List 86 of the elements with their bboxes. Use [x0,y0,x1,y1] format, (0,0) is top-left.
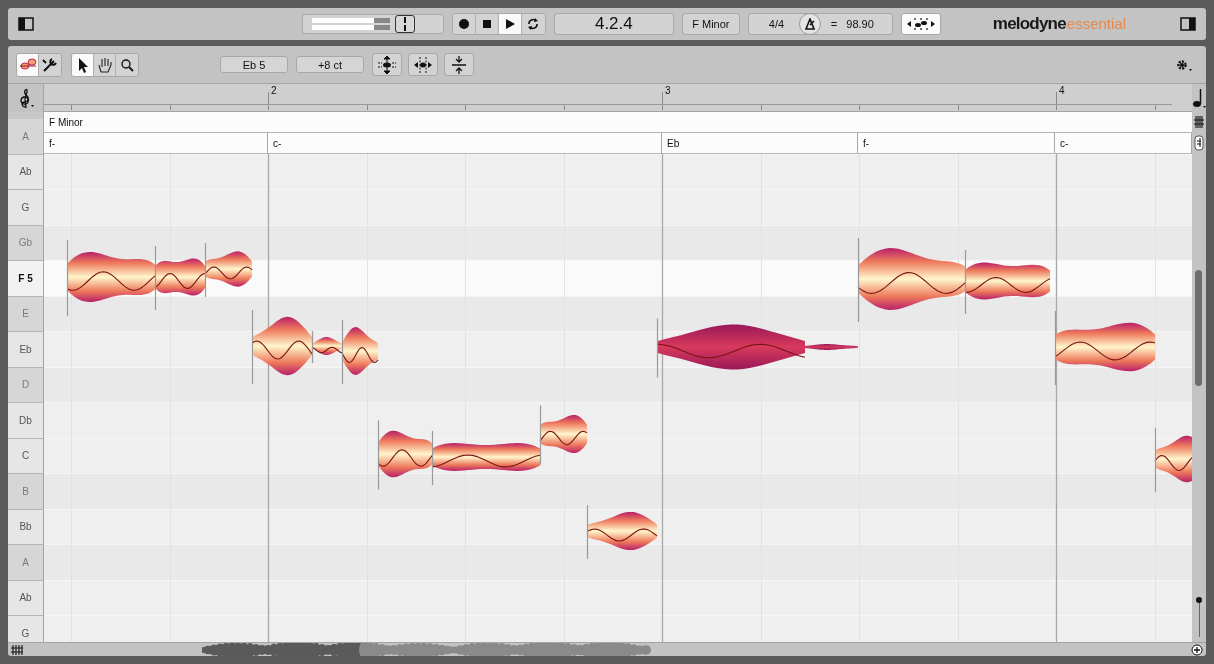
edition-text: essential [1066,15,1126,32]
pointer-tool-button[interactable] [72,53,94,76]
key-button[interactable]: F Minor [681,13,740,35]
quantize-timing-button[interactable] [408,53,438,76]
inspector-toggle-button[interactable] [1180,17,1196,31]
pitch-label: Ab [8,154,43,190]
equals-sign: = [830,18,838,30]
timing-icon [413,54,433,75]
pitch-label: Bb [8,509,43,545]
pitch-tool-button[interactable] [17,53,39,76]
chord-cell[interactable]: c- [268,133,662,153]
pitch-label: A [8,545,43,581]
macro-tool-button[interactable] [39,53,61,76]
pitch-center-button[interactable] [372,53,402,76]
monitor-button[interactable] [394,15,415,33]
chord-icon [1194,135,1204,151]
note-blob[interactable] [586,511,658,551]
sharp-icon [1193,115,1205,129]
crosshair-icon [1191,643,1203,656]
note-blob[interactable] [251,316,313,376]
note-blob[interactable] [341,327,379,375]
compress-icon [449,54,469,75]
notes-arrows-icon [905,17,936,31]
note-blob[interactable] [66,252,156,302]
settings-icon [1175,57,1193,72]
tempo-value: 98.90 [846,18,874,30]
play-icon [503,18,516,30]
note-blob[interactable] [311,337,343,355]
pitch-label: D [8,367,43,403]
note-blob[interactable] [857,248,966,310]
time-signature: 4/4 [768,18,786,30]
note-field[interactable]: Eb 5 [220,56,288,73]
note-blob[interactable] [377,430,433,478]
note-blob[interactable] [1154,435,1192,483]
sidebar-toggle-button[interactable] [18,17,34,31]
pitch-label: Ab [8,580,43,616]
note-blob[interactable] [805,344,858,350]
scrollbar-thumb[interactable] [1195,270,1202,386]
zoom-slider[interactable] [1195,597,1203,637]
record-icon [457,18,470,30]
zoom-fit-button[interactable] [1190,641,1204,656]
pitch-label: G [8,190,43,226]
pitch-label: Eb [8,332,43,368]
chord-cell[interactable]: f- [44,133,268,153]
pitch-label: Db [8,403,43,439]
chord-cell[interactable]: f- [858,133,1055,153]
pitch-center-icon [377,54,397,75]
note-blob[interactable] [1054,322,1156,372]
cents-field[interactable]: +8 ct [296,56,364,73]
position-display: 4.2.4 [553,13,674,35]
panel-icon [1180,17,1196,31]
metronome-icon [803,18,816,30]
pitch-label: G [8,616,43,642]
scale-button[interactable] [1192,114,1206,130]
note-blob[interactable] [964,262,1051,300]
note-blob[interactable] [154,258,206,296]
note-blob[interactable] [539,414,588,454]
bar-number: 4 [1059,85,1065,96]
pitch-label: C [8,438,43,474]
pitch-label: E [8,296,43,332]
metronome-button[interactable] [798,13,821,35]
pitch-label: Gb [8,225,43,261]
pitch-label: A [8,119,43,155]
hand-icon [95,55,114,74]
tempo-detect-button[interactable] [900,13,941,35]
panel-icon [18,17,34,31]
split-icon [402,17,407,31]
quarter-note-icon [1191,87,1206,109]
play-button[interactable] [498,14,522,34]
note-blob[interactable] [656,324,806,370]
pitch-label: F 5 [8,261,43,297]
bar-number: 2 [271,85,277,96]
logo-text: melodyne [992,14,1066,34]
loop-icon [527,18,540,30]
record-button[interactable] [452,14,476,34]
note-value-button[interactable] [1191,87,1206,109]
stop-icon [480,18,493,30]
chord-cell[interactable]: Eb [662,133,858,153]
pitch-label: B [8,474,43,510]
key-label: F Minor [49,116,83,128]
settings-button[interactable] [1174,57,1194,72]
note-blob[interactable] [204,251,253,287]
pitch-drift-button[interactable] [444,53,474,76]
bar-number: 3 [665,85,671,96]
sharp-icon [10,643,24,656]
wrench-icon [41,55,59,74]
